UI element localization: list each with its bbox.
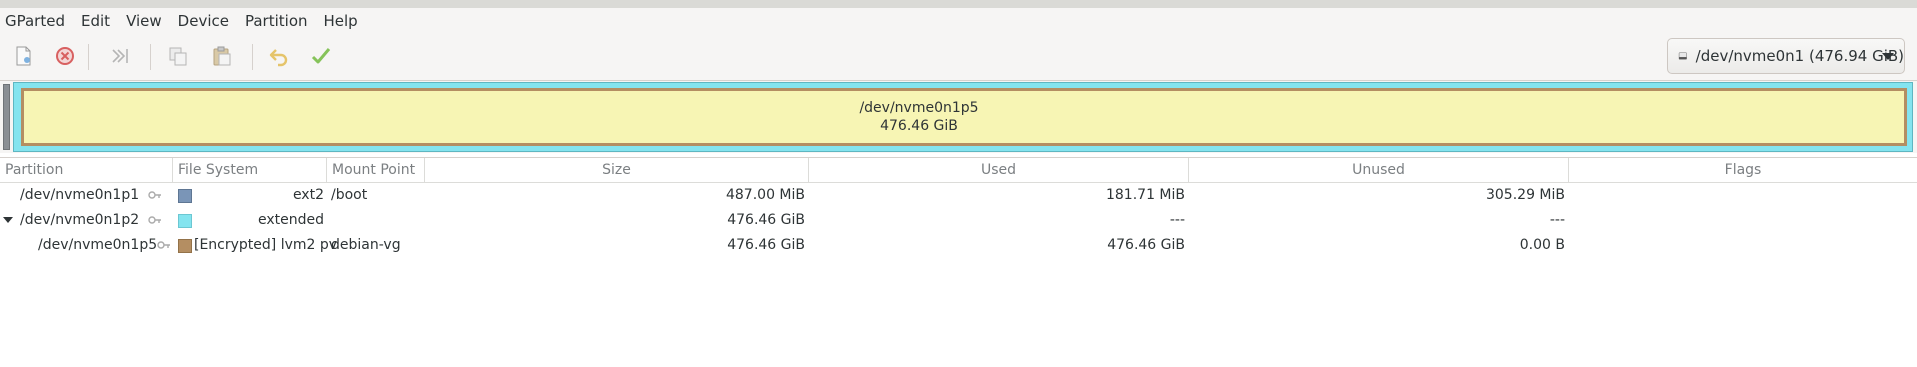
toolbar-separator (252, 44, 253, 70)
column-header-unused[interactable]: Unused (1189, 158, 1569, 182)
column-header-size[interactable]: Size (425, 158, 809, 182)
undo-button[interactable] (264, 41, 294, 71)
resize-move-icon (112, 49, 128, 63)
delete-icon (56, 47, 74, 65)
window-top-edge (0, 0, 1917, 8)
cell-size: 476.46 GiB (727, 212, 805, 228)
menu-edit[interactable]: Edit (75, 12, 116, 30)
delete-button[interactable] (50, 41, 80, 71)
menu-help[interactable]: Help (318, 12, 364, 30)
cell-used: 476.46 GiB (1107, 237, 1185, 253)
menu-device[interactable]: Device (172, 12, 235, 30)
menu-view[interactable]: View (120, 12, 168, 30)
partition-table: Partition File System Mount Point Size U… (0, 157, 1917, 367)
copy-icon (169, 47, 187, 66)
toolbar (0, 34, 1917, 81)
apply-checkmark-icon (311, 48, 331, 64)
key-icon (157, 241, 170, 249)
undo-icon (269, 49, 288, 67)
toolbar-separator (150, 44, 151, 70)
key-icon (148, 191, 161, 199)
table-row[interactable]: /dev/nvme0n1p2 extended 476.46 GiB --- -… (0, 208, 1917, 233)
menu-partition[interactable]: Partition (239, 12, 314, 30)
fs-color-swatch (178, 239, 192, 253)
column-header-flags[interactable]: Flags (1569, 158, 1917, 182)
cell-partition: /dev/nvme0n1p5 (38, 237, 158, 253)
cell-partition: /dev/nvme0n1p1 (20, 187, 140, 203)
disk-map-partition-nvme0n1p5[interactable]: /dev/nvme0n1p5 476.46 GiB (21, 88, 1907, 146)
column-header-mount-point[interactable]: Mount Point (327, 158, 425, 182)
new-partition-icon (16, 46, 31, 66)
column-header-file-system[interactable]: File System (173, 158, 327, 182)
device-selector[interactable]: /dev/nvme0n1 (476.94 GiB) (1667, 38, 1905, 74)
device-selector-label: /dev/nvme0n1 (476.94 GiB) (1695, 47, 1904, 65)
toolbar-separator (88, 44, 89, 70)
apply-button[interactable] (306, 41, 336, 71)
menu-gparted[interactable]: GParted (0, 12, 71, 30)
cell-file-system: extended (257, 212, 324, 228)
cell-mount-point: /boot (331, 187, 368, 203)
cell-size: 476.46 GiB (727, 237, 805, 253)
column-header-used[interactable]: Used (809, 158, 1189, 182)
resize-move-button[interactable] (106, 41, 136, 71)
disk-map-partition-fill: /dev/nvme0n1p5 476.46 GiB (24, 91, 1904, 143)
disk-map: /dev/nvme0n1p5 476.46 GiB (0, 81, 1917, 153)
disk-map-partition-size: 476.46 GiB (880, 118, 958, 134)
menubar: GParted Edit View Device Partition Help (0, 8, 1917, 34)
cell-file-system: [Encrypted] lvm2 pv (194, 237, 338, 253)
table-header: Partition File System Mount Point Size U… (0, 158, 1917, 183)
harddisk-icon (1678, 52, 1687, 60)
expander-arrow-icon[interactable] (3, 217, 13, 223)
cell-used: 181.71 MiB (1105, 187, 1185, 203)
cell-used: --- (1169, 212, 1185, 228)
column-header-partition[interactable]: Partition (0, 158, 173, 182)
cell-file-system: ext2 (292, 187, 324, 203)
key-icon (148, 216, 161, 224)
copy-button[interactable] (163, 41, 193, 71)
new-partition-button[interactable] (8, 41, 38, 71)
cell-size: 487.00 MiB (725, 187, 805, 203)
dropdown-arrow-icon (1882, 53, 1894, 60)
disk-map-unallocated[interactable] (3, 84, 10, 150)
fs-color-swatch (178, 214, 192, 228)
cell-unused: 0.00 B (1519, 237, 1565, 253)
cell-unused: 305.29 MiB (1485, 187, 1565, 203)
fs-color-swatch (178, 189, 192, 203)
cell-mount-point: debian-vg (331, 237, 401, 253)
paste-button[interactable] (207, 41, 237, 71)
cell-partition: /dev/nvme0n1p2 (20, 212, 140, 228)
table-row[interactable]: /dev/nvme0n1p5 [Encrypted] lvm2 pv debia… (0, 233, 1917, 258)
disk-map-partition-name: /dev/nvme0n1p5 (859, 100, 979, 116)
cell-unused: --- (1549, 212, 1565, 228)
paste-icon (213, 46, 231, 66)
table-row[interactable]: /dev/nvme0n1p1 ext2 /boot 487.00 MiB 181… (0, 183, 1917, 208)
